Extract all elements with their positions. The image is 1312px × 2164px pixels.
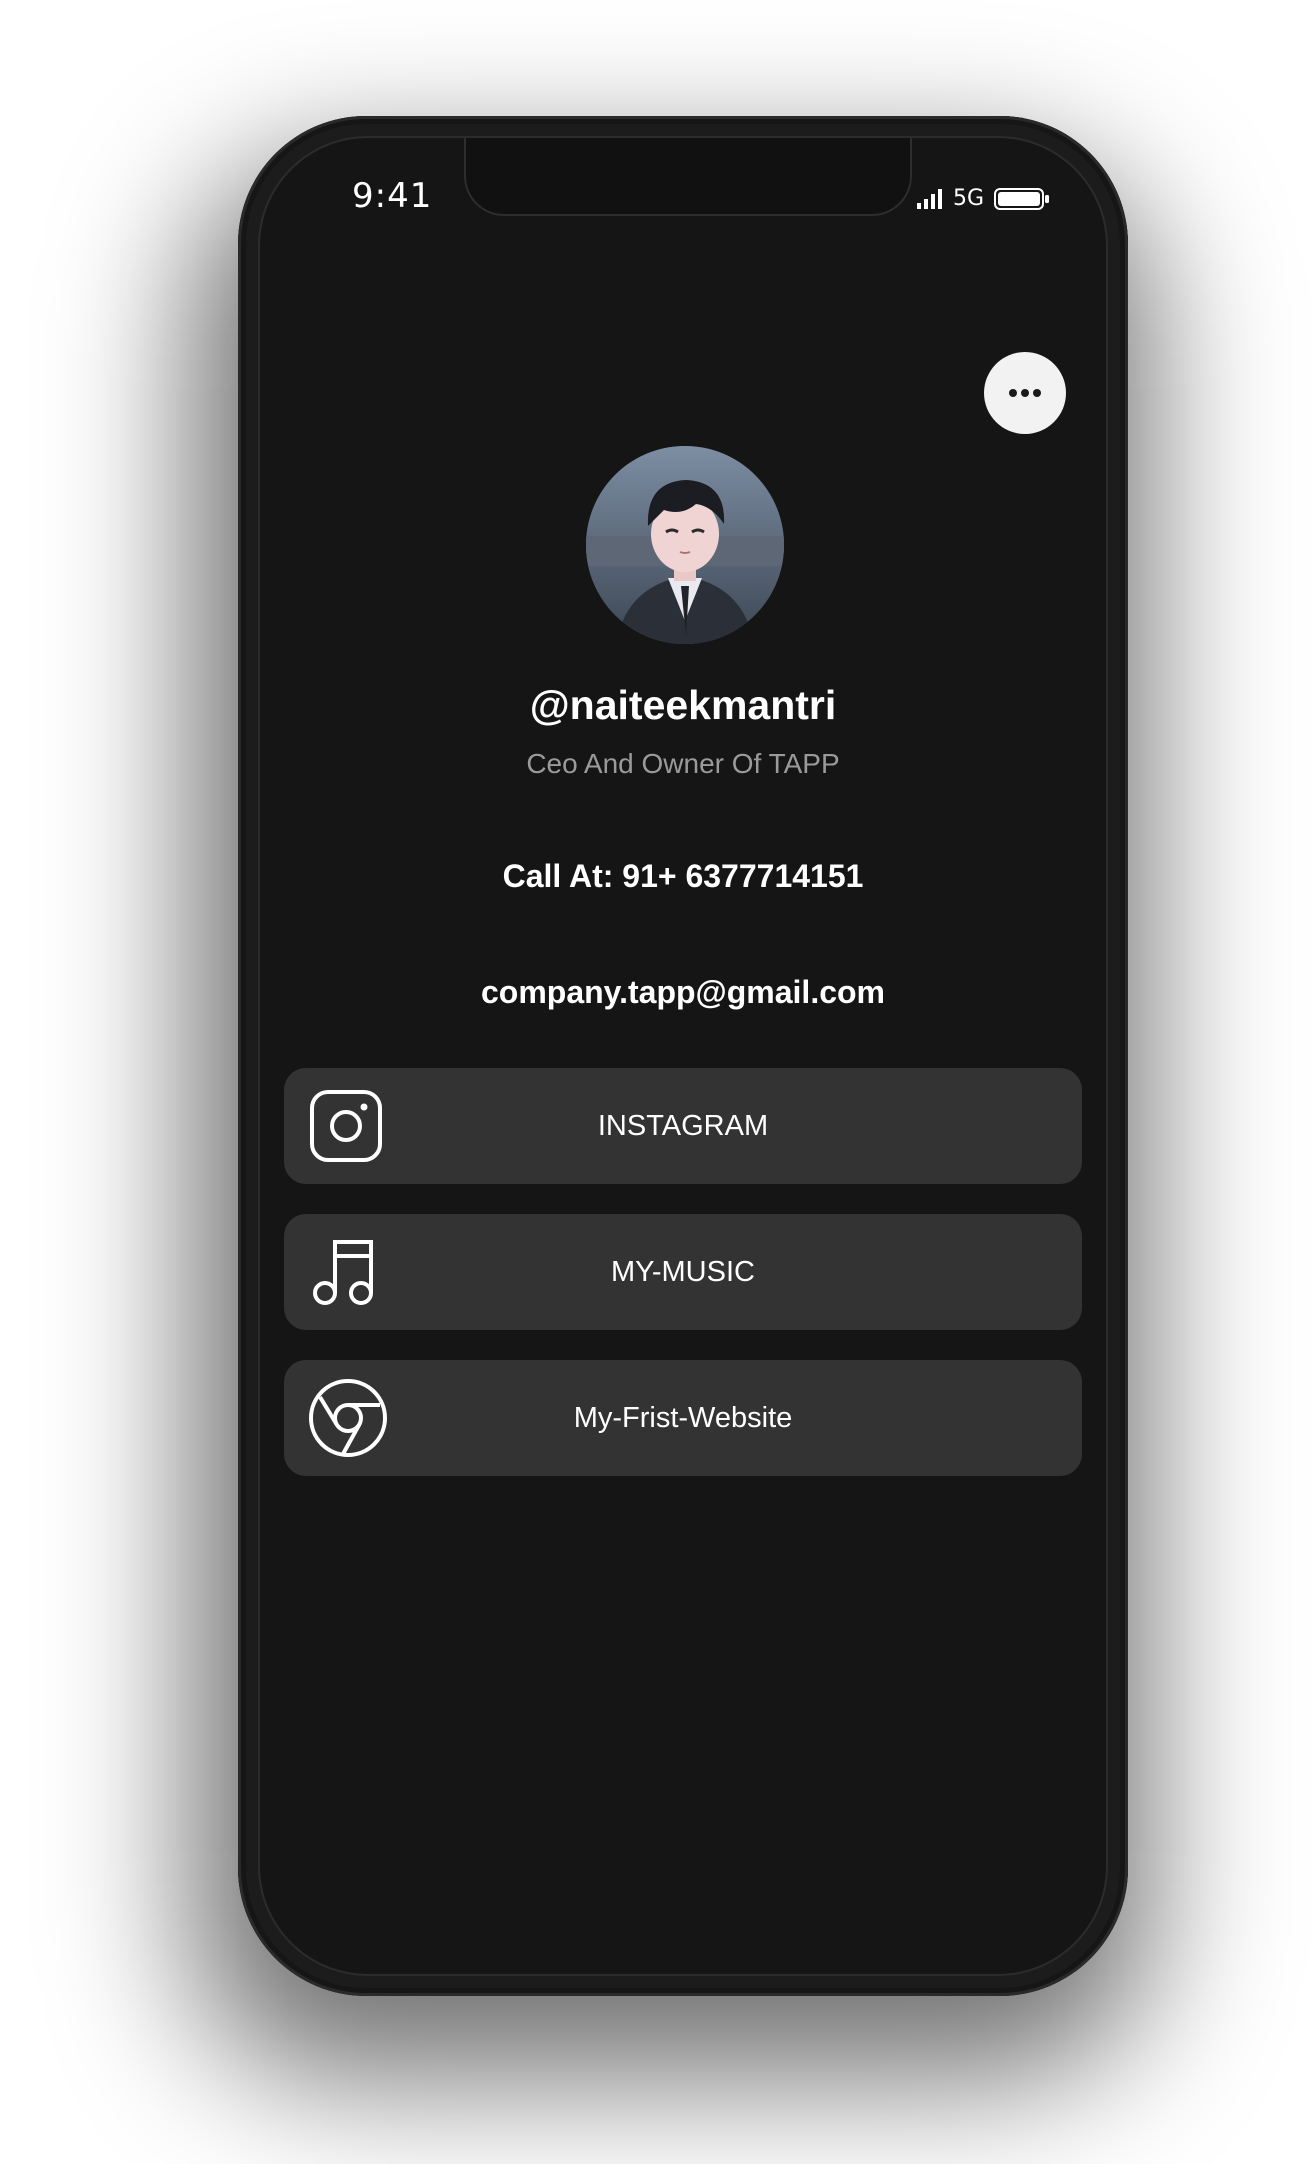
avatar-image	[586, 446, 784, 644]
stage: 9:41 5G @naiteekmantri Ceo And Owner Of …	[0, 0, 1312, 2164]
status-time: 9:41	[352, 176, 433, 216]
email-address[interactable]: company.tapp@gmail.com	[260, 974, 1106, 1011]
phone-number[interactable]: Call At: 91+ 6377714151	[260, 858, 1106, 895]
avatar[interactable]	[586, 446, 784, 644]
status-indicators: 5G	[916, 186, 1050, 211]
username: @naiteekmantri	[529, 682, 837, 728]
phone-screen: 9:41 5G @naiteekmantri Ceo And Owner Of …	[258, 136, 1108, 1976]
link-label: MY-MUSIC	[611, 1256, 755, 1288]
more-horizontal-icon	[1009, 389, 1041, 397]
link-label: My-Frist-Website	[573, 1402, 793, 1434]
instagram-link-button[interactable]: INSTAGRAM	[284, 1068, 1082, 1184]
battery-icon	[994, 187, 1049, 210]
my-frist-website-link-button[interactable]: My-Frist-Website	[284, 1360, 1082, 1476]
my-music-link-button[interactable]: MY-MUSIC	[284, 1214, 1082, 1330]
notch	[464, 138, 912, 216]
link-label: INSTAGRAM	[597, 1110, 769, 1142]
network-label: 5G	[952, 186, 984, 211]
more-options-button[interactable]	[984, 352, 1066, 434]
signal-bars-icon	[916, 188, 942, 209]
bio: Ceo And Owner Of TAPP	[526, 748, 840, 779]
phone-frame: 9:41 5G @naiteekmantri Ceo And Owner Of …	[238, 116, 1128, 1996]
